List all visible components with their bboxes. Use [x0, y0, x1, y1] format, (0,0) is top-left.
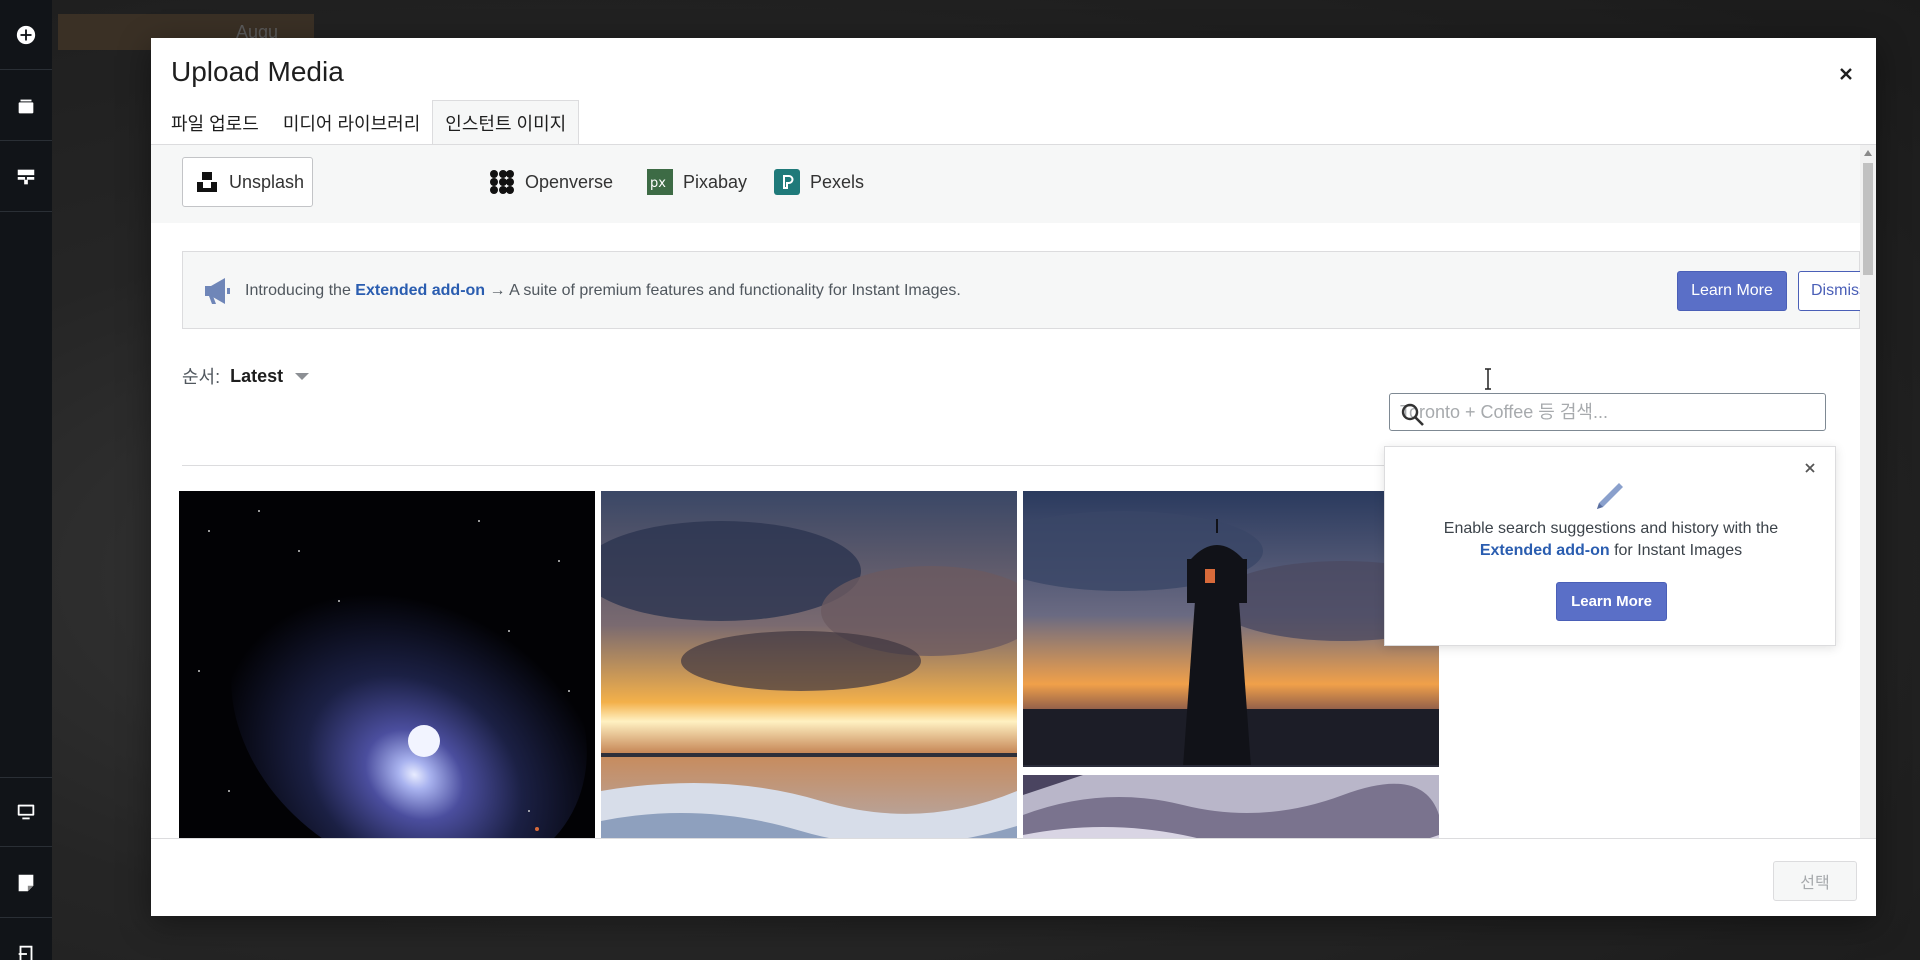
unsplash-icon — [195, 169, 219, 195]
popover-line2: Extended add-on for Instant Images — [1385, 540, 1837, 562]
sort-value: Latest — [230, 365, 284, 386]
sort-label: 순서: — [182, 367, 221, 387]
pexels-icon — [774, 169, 800, 195]
dismiss-button[interactable]: Dismiss — [1798, 271, 1860, 311]
comet-photo[interactable] — [179, 491, 595, 875]
pencil-icon — [1597, 483, 1623, 509]
provider-openverse[interactable]: Openverse — [477, 157, 625, 207]
scroll-thumb[interactable] — [1863, 163, 1873, 275]
ocean-sunset-photo[interactable] — [601, 491, 1017, 875]
provider-unsplash[interactable]: Unsplash — [182, 157, 313, 207]
provider-label: Openverse — [525, 171, 614, 192]
notice-intro: Introducing the — [245, 282, 356, 299]
provider-pixabay[interactable]: px Pixabay — [635, 157, 759, 207]
sort-dropdown[interactable]: Latest — [230, 365, 310, 387]
svg-text:px: px — [650, 176, 666, 191]
close-icon — [1840, 68, 1852, 80]
plus-circle-icon — [16, 25, 36, 44]
note-icon — [18, 874, 34, 891]
tab-media-library[interactable]: 미디어 라이브러리 — [271, 100, 432, 145]
notice-rest: → A suite of premium features and functi… — [485, 282, 961, 299]
desktop-icon — [17, 804, 35, 820]
provider-label: Unsplash — [229, 171, 305, 192]
sort-control: 순서: Latest — [182, 363, 310, 389]
popover-line1: Enable search suggestions and history wi… — [1443, 520, 1779, 537]
search-input[interactable] — [1400, 394, 1820, 430]
sidebar-layers-button[interactable] — [0, 71, 52, 141]
provider-label: Pexels — [810, 171, 865, 192]
admin-sidebar — [0, 0, 52, 960]
upload-media-modal: Upload Media 파일 업로드 미디어 라이브러리 인스턴트 이미지 U… — [151, 38, 1876, 916]
extended-addon-notice: Introducing the Extended add-on → A suit… — [182, 251, 1860, 329]
extended-addon-link[interactable]: Extended add-on — [355, 282, 485, 299]
scroll-up-icon[interactable] — [1864, 150, 1872, 156]
popover-extended-addon-link[interactable]: Extended add-on — [1480, 542, 1610, 559]
modal-footer: 선택 — [151, 838, 1876, 916]
instant-images-content: Unsplash Openverse px Pixabay Pexels Int… — [151, 145, 1860, 875]
pixabay-icon: px — [647, 169, 673, 195]
caret-down-icon — [295, 372, 310, 380]
provider-pexels[interactable]: Pexels — [762, 157, 876, 207]
content-scrollbar[interactable] — [1860, 145, 1876, 875]
sidebar-desktop-button[interactable] — [0, 777, 52, 847]
block-icon — [17, 169, 35, 184]
tab-file-upload[interactable]: 파일 업로드 — [171, 100, 271, 145]
popover-text: Enable search suggestions and history wi… — [1385, 518, 1837, 562]
tab-instant-images[interactable]: 인스턴트 이미지 — [432, 100, 580, 145]
sidebar-exit-button[interactable] — [0, 919, 52, 960]
popover-close-icon[interactable] — [1801, 459, 1819, 477]
select-button[interactable]: 선택 — [1773, 861, 1857, 901]
search-field-wrap — [1389, 393, 1826, 431]
lighthouse-photo[interactable] — [1023, 491, 1439, 767]
sidebar-block-button[interactable] — [0, 142, 52, 212]
sidebar-note-button[interactable] — [0, 848, 52, 918]
popover-line2-rest: for Instant Images — [1609, 542, 1743, 559]
layers-icon — [18, 99, 34, 113]
provider-bar: Unsplash Openverse px Pixabay Pexels — [151, 145, 1860, 223]
notice-text: Introducing the Extended add-on → A suit… — [245, 282, 961, 300]
modal-close-button[interactable] — [1830, 58, 1862, 90]
modal-title: Upload Media — [171, 56, 344, 87]
sidebar-add-button[interactable] — [0, 0, 52, 70]
provider-label: Pixabay — [683, 171, 748, 192]
openverse-icon — [489, 169, 515, 195]
search-suggestions-popover: Enable search suggestions and history wi… — [1384, 446, 1836, 646]
exit-icon — [18, 945, 33, 960]
megaphone-icon — [205, 278, 230, 304]
learn-more-button[interactable]: Learn More — [1677, 271, 1787, 311]
popover-learn-more-button[interactable]: Learn More — [1556, 582, 1667, 621]
modal-tabs: 파일 업로드 미디어 라이브러리 인스턴트 이미지 — [171, 100, 580, 145]
